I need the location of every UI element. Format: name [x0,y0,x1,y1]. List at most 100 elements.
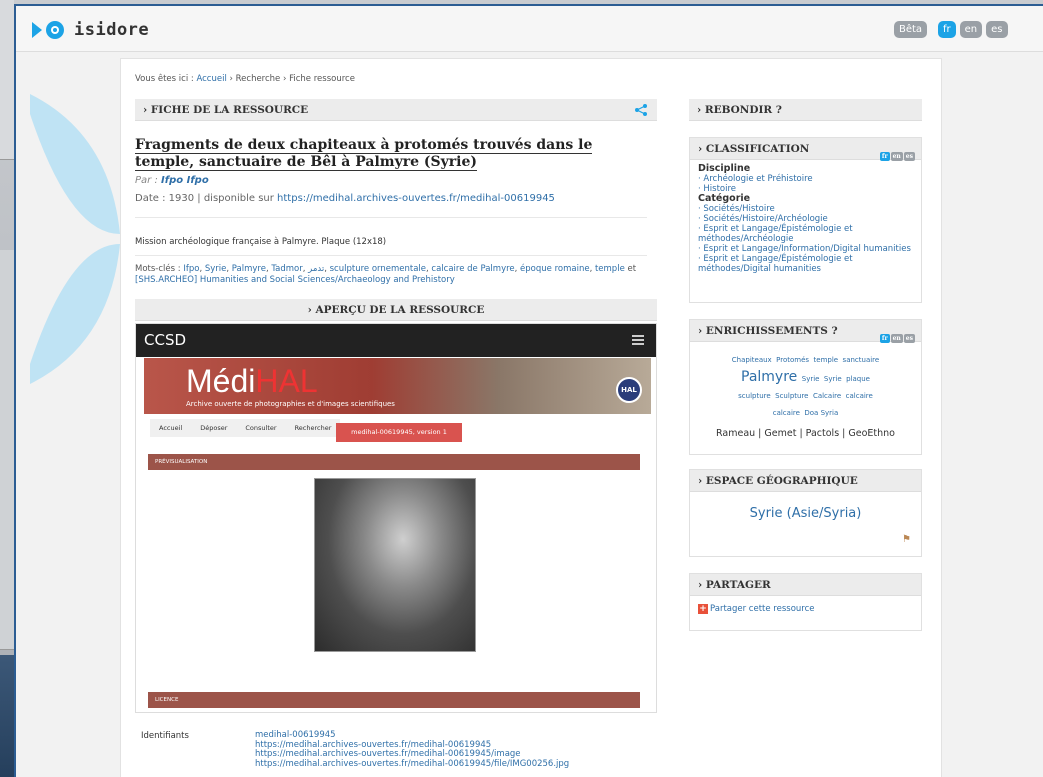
tag-cloud: Chapiteaux Protomés temple sanctuaire Pa… [690,342,921,428]
keyword-link[interactable]: Palmyre [232,264,266,274]
fiche-section-header: › FICHE DE LA RESSOURCE [135,99,657,121]
lang-fr-button[interactable]: fr [938,21,956,38]
isidore-logo-icon [32,21,64,39]
logo-text: isidore [74,20,150,40]
nav-accueil[interactable]: Accueil [150,419,192,437]
tag[interactable]: temple [814,356,839,364]
background-panel [0,0,14,160]
map-pin-icon[interactable]: ⚑ [902,534,911,545]
categorie-item[interactable]: · Sociétés/Histoire/Archéologie [698,214,913,224]
flag-es[interactable]: es [903,152,915,161]
categorie-item[interactable]: · Esprit et Langage/Épistémologie et mét… [698,254,913,274]
licence-bar: LICENCE [148,692,640,708]
resource-description: Mission archéologique française à Palmyr… [135,237,387,247]
enrich-lang-flags: fr en es [879,326,915,348]
tag[interactable]: Syrie [802,375,820,383]
tag[interactable]: Doa Syria [804,409,838,417]
tag[interactable]: sanctuaire [843,356,880,364]
keyword-link[interactable]: calcaire de Palmyre [431,264,514,274]
breadcrumb: Vous êtes ici : Accueil › Recherche › Fi… [135,74,355,84]
categorie-item[interactable]: · Sociétés/Histoire [698,204,913,214]
tag[interactable]: Syrie [824,375,842,383]
keyword-link[interactable]: temple [595,264,625,274]
source-url-link[interactable]: https://medihal.archives-ouvertes.fr/med… [277,193,555,204]
categorie-item[interactable]: · Esprit et Langage/Épistémologie et mét… [698,224,913,244]
resource-title: Fragments de deux chapiteaux à protomés … [135,137,593,171]
medihal-banner: MédiHAL Archive ouverte de photographies… [144,358,651,414]
thesaurus-links[interactable]: Rameau | Gemet | Pactols | GeoEthno [690,428,921,447]
lang-es-button[interactable]: es [986,21,1008,38]
beta-badge: Bêta [894,21,928,38]
resource-date: Date : 1930 | disponible sur https://med… [135,193,555,204]
version-button[interactable]: medihal-00619945, version 1 [336,423,462,442]
nav-consulter[interactable]: Consulter [236,419,286,437]
tag[interactable]: Sculpture [775,392,808,400]
resource-author: Par : Ifpo Ifpo [135,175,209,186]
hal-badge: HAL [616,377,642,403]
flag-fr[interactable]: fr [879,152,890,161]
share-panel: › PARTAGER + Partager cette ressource [689,573,922,631]
browser-window: isidore Bêta fr en es Vous êtes ici : Ac… [14,4,1043,777]
medihal-nav: Accueil Déposer Consulter Rechercher [150,419,341,437]
apercu-section-header: › APERÇU DE LA RESSOURCE [135,299,657,321]
share-icon[interactable] [635,104,647,116]
tag[interactable]: Palmyre [741,369,797,385]
rebondir-panel: › REBONDIR ? [689,99,922,121]
breadcrumb-home[interactable]: Accueil [196,74,226,84]
share-header: › PARTAGER [690,574,921,596]
previsualisation-bar: PRÉVISUALISATION [148,454,640,470]
divider [135,255,647,256]
identifiants-label: Identifiants [141,731,189,741]
artifact-photo [314,478,476,652]
medihal-subtitle: Archive ouverte de photographies et d'im… [186,400,395,408]
share-row: + Partager cette ressource [690,596,921,622]
tag[interactable]: Protomés [776,356,809,364]
identifiants-values: medihal-00619945 https://medihal.archive… [255,730,569,770]
identifier-link[interactable]: https://medihal.archives-ouvertes.fr/med… [255,759,569,770]
classification-panel: › CLASSIFICATION fr en es Discipline · Arc… [689,137,922,303]
divider [135,217,647,218]
main-page: Vous êtes ici : Accueil › Recherche › Fi… [120,58,942,777]
flag-fr[interactable]: fr [879,334,890,343]
keyword-link[interactable]: sculpture ornementale [330,264,426,274]
menu-icon[interactable] [632,335,644,345]
language-switcher: fr en es [938,21,1008,38]
tag[interactable]: plaque [846,375,870,383]
background-panel [0,250,14,650]
rebondir-header[interactable]: › REBONDIR ? [689,99,922,121]
author-link[interactable]: Ifpo Ifpo [161,175,209,186]
isidore-logo[interactable]: isidore [30,18,149,42]
tag[interactable]: Calcaire [813,392,841,400]
enrichissements-header: › ENRICHISSEMENTS ? fr en es [690,320,921,343]
flag-es[interactable]: es [903,334,915,343]
geo-value[interactable]: Syrie (Asie/Syria) [690,492,921,521]
keyword-link[interactable]: تدمر [308,264,324,274]
geo-header: › ESPACE GÉOGRAPHIQUE [690,470,921,492]
lang-en-button[interactable]: en [959,21,983,38]
ccsd-header: CCSD [136,324,656,357]
discipline-item[interactable]: · Archéologie et Préhistoire [698,174,913,184]
decorative-wing [30,94,120,384]
flag-en[interactable]: en [890,334,903,343]
keyword-link[interactable]: Tadmor [271,264,302,274]
keyword-link[interactable]: Ifpo [183,264,199,274]
keyword-link[interactable]: époque romaine [520,264,590,274]
enrichissements-panel: › ENRICHISSEMENTS ? fr en es Chapiteaux Pr… [689,319,922,455]
tag[interactable]: Chapiteaux [732,356,772,364]
geo-panel: › ESPACE GÉOGRAPHIQUE Syrie (Asie/Syria)… [689,469,922,557]
tag[interactable]: calcaire [773,409,800,417]
categorie-item[interactable]: · Esprit et Langage/Information/Digital … [698,244,913,254]
tag[interactable]: sculpture [738,392,771,400]
nav-rechercher[interactable]: Rechercher [285,419,341,437]
plus-icon[interactable]: + [698,604,708,614]
top-bar: isidore Bêta fr en es [16,6,1043,52]
flag-en[interactable]: en [890,152,903,161]
nav-deposer[interactable]: Déposer [191,419,237,437]
keyword-link[interactable]: Syrie [205,264,227,274]
keyword-link[interactable]: [SHS.ARCHEO] Humanities and Social Scien… [135,275,455,285]
share-link[interactable]: Partager cette ressource [710,604,815,614]
medihal-logo: MédiHAL [186,363,318,399]
classification-list: Discipline · Archéologie et Préhistoire … [690,160,921,278]
tag[interactable]: calcaire [846,392,873,400]
resource-preview: CCSD MédiHAL Archive ouverte de photogra… [135,323,657,713]
